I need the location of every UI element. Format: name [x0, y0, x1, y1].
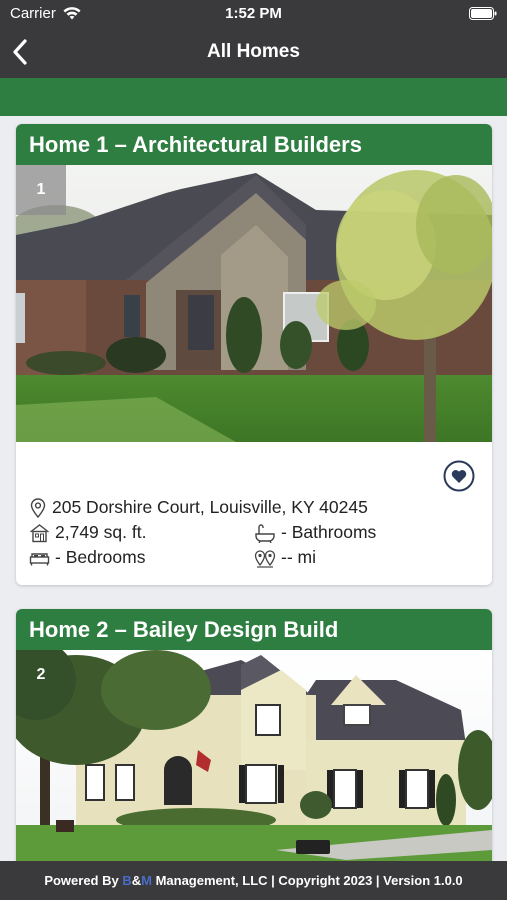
- home-title: Home 2 – Bailey Design Build: [16, 609, 492, 650]
- home-details: 205 Dorshire Court, Louisville, KY 40245…: [16, 442, 492, 585]
- brand-ampersand: &: [131, 873, 142, 888]
- sqft-text: 2,749 sq. ft.: [55, 522, 147, 542]
- home-photo[interactable]: 1: [16, 165, 492, 442]
- clock-time: 1:52 PM: [225, 5, 282, 22]
- footer-prefix: Powered By: [44, 873, 123, 888]
- bathrooms-row: - Bathrooms: [254, 522, 376, 543]
- bed-icon: [29, 552, 50, 565]
- distance-text: -- mi: [281, 547, 316, 567]
- green-banner: [0, 78, 507, 116]
- house-icon: [30, 523, 49, 542]
- navigation-bar: All Homes: [0, 28, 507, 78]
- heart-icon[interactable]: [443, 460, 475, 492]
- battery-icon: [469, 7, 497, 20]
- footer-bar: Powered By B&M Management, LLC | Copyrig…: [0, 861, 507, 900]
- address-text: 205 Dorshire Court, Louisville, KY 40245: [52, 497, 368, 517]
- home-card[interactable]: Home 1 – Architectural Builders 1 205 Do…: [16, 124, 492, 585]
- home-number-badge: 2: [36, 666, 46, 683]
- distance-pins-icon: [254, 549, 276, 568]
- status-bar: Carrier 1:52 PM: [0, 0, 507, 28]
- location-pin-icon: [30, 497, 46, 518]
- home-photo[interactable]: 2: [16, 650, 492, 869]
- home-title: Home 1 – Architectural Builders: [16, 124, 492, 165]
- page-title: All Homes: [207, 41, 300, 62]
- bathtub-icon: [255, 523, 275, 543]
- address-row: 205 Dorshire Court, Louisville, KY 40245: [29, 497, 368, 518]
- brand-letter-b: B: [122, 873, 132, 888]
- bathrooms-text: - Bathrooms: [281, 522, 377, 542]
- distance-row: -- mi: [254, 547, 316, 568]
- home-card[interactable]: Home 2 – Bailey Design Build 2: [16, 609, 492, 869]
- sqft-row: 2,749 sq. ft.: [29, 522, 146, 543]
- bedrooms-row: - Bedrooms: [29, 547, 145, 568]
- bedrooms-text: - Bedrooms: [55, 547, 146, 567]
- home-number-badge: 1: [16, 165, 66, 215]
- brand-letter-m: M: [141, 873, 152, 888]
- footer-suffix: Management, LLC | Copyright 2023 | Versi…: [151, 873, 463, 888]
